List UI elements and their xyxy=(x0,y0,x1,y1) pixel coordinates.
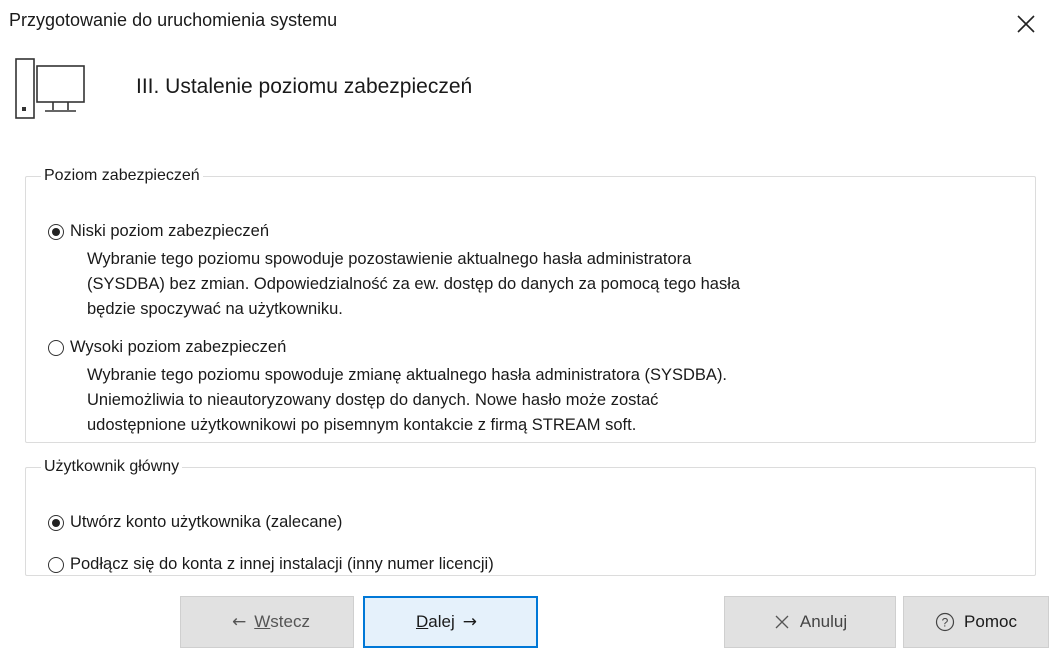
next-label: alej xyxy=(428,612,455,631)
back-mnemonic: W xyxy=(254,612,271,631)
create-account-option[interactable]: Utwórz konto użytkownika (zalecane) xyxy=(48,513,342,532)
back-label: stecz xyxy=(270,612,310,631)
connect-account-option[interactable]: Podłącz się do konta z innej instalacji … xyxy=(48,555,494,574)
svg-text:?: ? xyxy=(942,616,949,630)
arrow-right-icon: → xyxy=(462,612,477,632)
connect-account-label: Podłącz się do konta z innej instalacji … xyxy=(70,555,494,573)
high-security-desc-2: Uniemożliwia to nieautoryzowany dostęp d… xyxy=(87,391,659,409)
low-security-option[interactable]: Niski poziom zabezpieczeń xyxy=(48,222,269,241)
low-security-desc-1: Wybranie tego poziomu spowoduje pozostaw… xyxy=(87,250,692,268)
back-button[interactable]: ← Wstecz xyxy=(180,596,354,648)
close-icon[interactable] xyxy=(1014,12,1038,36)
cancel-label: Anuluj xyxy=(799,612,848,631)
security-level-group: Poziom zabezpieczeń Niski poziom zabezpi… xyxy=(25,167,1036,443)
window-title: Przygotowanie do uruchomienia systemu xyxy=(9,10,338,30)
security-level-legend: Poziom zabezpieczeń xyxy=(44,167,200,184)
main-user-legend: Użytkownik główny xyxy=(44,458,180,475)
create-account-radio[interactable] xyxy=(48,514,64,531)
low-security-desc-3: będzie spoczywać na użytkowniku. xyxy=(87,300,343,318)
high-security-desc-1: Wybranie tego poziomu spowoduje zmianę a… xyxy=(87,366,728,384)
next-button[interactable]: Dalej → xyxy=(363,596,538,648)
cancel-x-icon xyxy=(775,615,789,629)
step-title: III. Ustalenie poziomu zabezpieczeń xyxy=(136,75,473,98)
main-user-group: Użytkownik główny Utwórz konto użytkowni… xyxy=(25,458,1036,576)
help-button[interactable]: ? Pomoc xyxy=(903,596,1049,648)
high-security-label: Wysoki poziom zabezpieczeń xyxy=(70,338,287,356)
low-security-radio[interactable] xyxy=(48,223,64,240)
create-account-label: Utwórz konto użytkownika (zalecane) xyxy=(70,513,343,531)
help-label: Pomoc xyxy=(964,612,1017,631)
high-security-option[interactable]: Wysoki poziom zabezpieczeń xyxy=(48,338,286,357)
computer-icon xyxy=(15,58,85,119)
cancel-button[interactable]: Anuluj xyxy=(724,596,896,648)
high-security-desc-3: udostępnione użytkownikowi po pisemnym k… xyxy=(87,416,637,434)
high-security-radio[interactable] xyxy=(48,339,64,356)
help-circle-icon: ? xyxy=(935,612,955,632)
arrow-left-icon: ← xyxy=(232,612,247,632)
next-mnemonic: D xyxy=(416,612,429,631)
low-security-desc-2: (SYSDBA) bez zmian. Odpowiedzialność za … xyxy=(87,275,741,293)
connect-account-radio[interactable] xyxy=(48,556,64,573)
low-security-label: Niski poziom zabezpieczeń xyxy=(70,222,270,240)
